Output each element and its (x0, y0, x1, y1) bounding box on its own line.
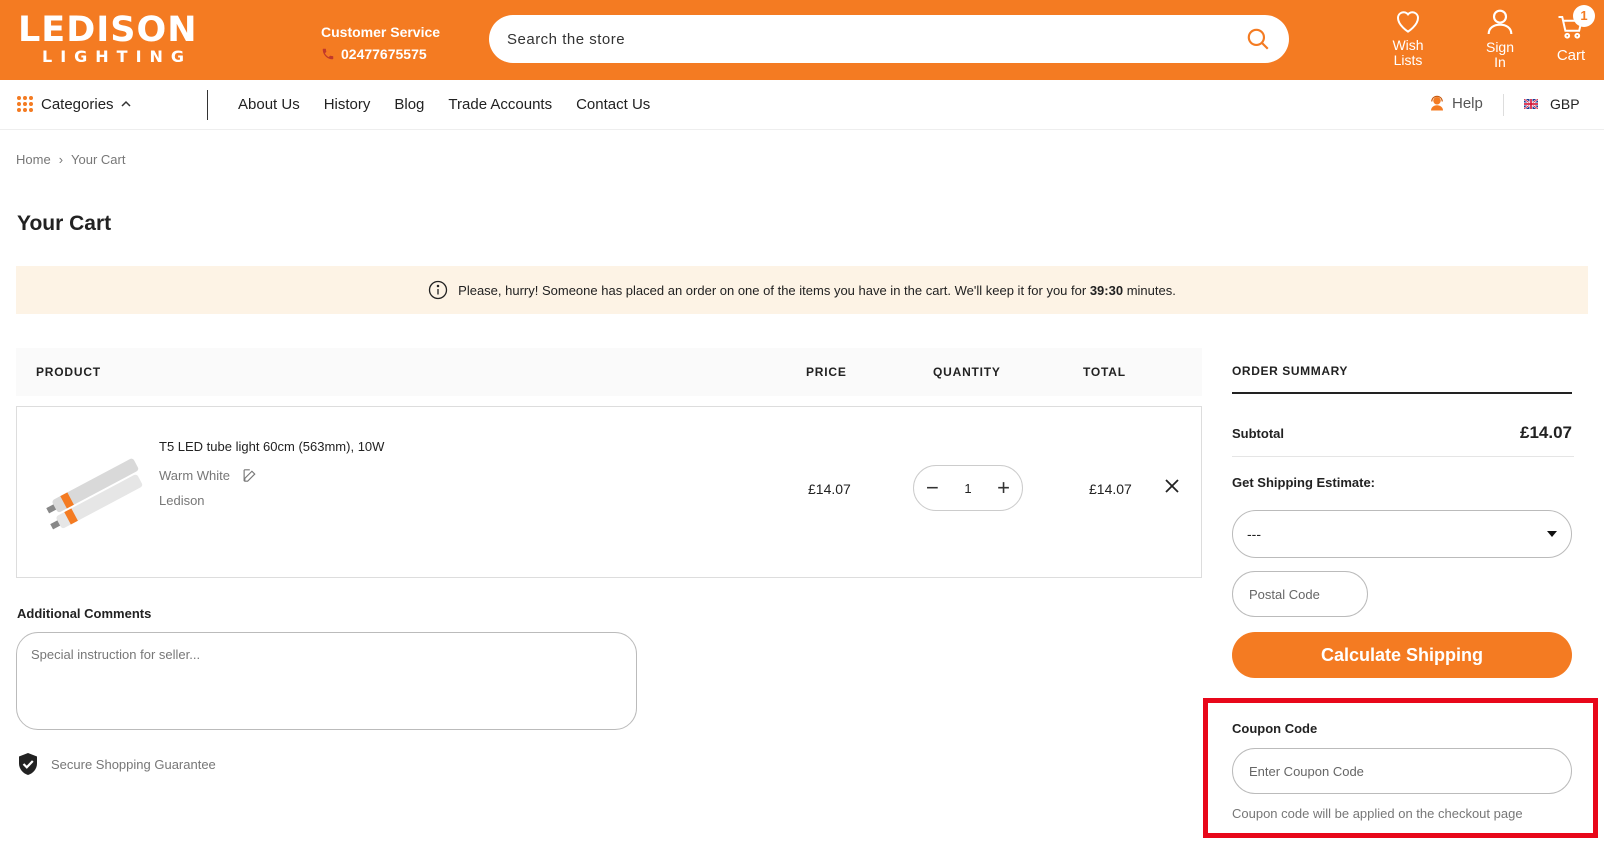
country-select-value: --- (1247, 526, 1261, 542)
nav-link-blog[interactable]: Blog (394, 96, 424, 113)
phone-link[interactable]: 02477675575 (321, 46, 440, 62)
cart-count-badge: 1 (1573, 5, 1595, 27)
postal-code-input[interactable] (1232, 571, 1368, 617)
info-icon (429, 280, 448, 300)
urgency-notice: Please, hurry! Someone has placed an ord… (16, 266, 1588, 314)
signin-label-2: In (1494, 54, 1506, 70)
chevron-up-icon (121, 100, 131, 107)
header-price: PRICE (806, 365, 847, 379)
remove-item-icon[interactable] (1165, 479, 1179, 493)
main-nav: Categories About Us History Blog Trade A… (0, 80, 1604, 130)
shipping-estimate-label: Get Shipping Estimate: (1232, 475, 1376, 490)
subtotal-divider (1232, 456, 1574, 457)
nav-link-about[interactable]: About Us (238, 96, 300, 113)
support-agent-icon (1431, 95, 1443, 111)
categories-label: Categories (41, 95, 114, 113)
caret-down-icon (1547, 531, 1557, 537)
header-product: PRODUCT (36, 365, 101, 379)
phone-number: 02477675575 (341, 46, 427, 62)
nav-divider (207, 90, 208, 120)
page-title: Your Cart (17, 212, 112, 235)
signin-link[interactable]: Sign In (1484, 6, 1516, 70)
coupon-label: Coupon Code (1232, 721, 1318, 736)
calculate-shipping-button[interactable]: Calculate Shipping (1232, 632, 1572, 678)
product-name[interactable]: T5 LED tube light 60cm (563mm), 10W (159, 439, 384, 454)
nav-link-trade-accounts[interactable]: Trade Accounts (448, 96, 552, 113)
heart-icon (1396, 11, 1420, 33)
notice-text-after: minutes. (1126, 282, 1176, 298)
shield-check-icon (19, 753, 37, 775)
subtotal-label: Subtotal (1232, 426, 1284, 441)
subtotal-value: £14.07 (1520, 423, 1572, 442)
nav-divider-right (1503, 94, 1504, 116)
currency-label: GBP (1550, 96, 1580, 112)
edit-icon[interactable] (242, 467, 259, 484)
logo-text: LEDISON (18, 10, 198, 50)
grid-icon (17, 96, 33, 112)
logo-subtext: LIGHTING (42, 47, 193, 66)
secure-shopping: Secure Shopping Guarantee (17, 752, 216, 776)
wishlist-link[interactable]: Wish Lists (1392, 6, 1424, 68)
wishlist-label-1: Wish (1392, 37, 1424, 53)
help-link[interactable]: Help (1428, 94, 1483, 112)
decrease-quantity-button[interactable]: − (926, 477, 939, 499)
coupon-input[interactable] (1232, 748, 1572, 794)
user-icon (1487, 9, 1513, 35)
currency-selector[interactable]: GBP (1524, 96, 1580, 112)
cart-item-row: T5 LED tube light 60cm (563mm), 10W Warm… (16, 406, 1202, 578)
product-variant: Warm White (159, 467, 259, 484)
logo[interactable]: LEDISON LIGHTING (18, 12, 198, 66)
breadcrumb-home[interactable]: Home (16, 152, 51, 167)
country-select[interactable]: --- (1232, 510, 1572, 558)
quantity-value[interactable]: 1 (964, 481, 971, 496)
phone-icon (322, 48, 334, 60)
nav-link-history[interactable]: History (324, 96, 371, 113)
breadcrumb-current: Your Cart (71, 152, 126, 167)
header-bar: LEDISON LIGHTING Customer Service 024776… (0, 0, 1604, 80)
categories-menu[interactable]: Categories (16, 95, 131, 113)
signin-label-1: Sign (1485, 39, 1515, 55)
comments-label: Additional Comments (17, 606, 152, 621)
notice-timer: 39:30 (1089, 282, 1124, 298)
cart-table-header: PRODUCT PRICE QUANTITY TOTAL (16, 348, 1202, 396)
item-price: £14.07 (808, 481, 851, 497)
notice-text: Please, hurry! Someone has placed an ord… (458, 283, 1176, 298)
quantity-stepper: − 1 + (913, 465, 1023, 511)
order-summary-title: ORDER SUMMARY (1232, 364, 1349, 378)
help-label: Help (1452, 94, 1483, 112)
wishlist-label-2: Lists (1393, 52, 1423, 68)
item-total: £14.07 (1089, 481, 1132, 497)
cart-label: Cart (1556, 47, 1586, 64)
search-bar (489, 15, 1289, 63)
product-brand: Ledison (159, 493, 205, 508)
coupon-note: Coupon code will be applied on the check… (1232, 806, 1523, 821)
chevron-right-icon: › (58, 152, 64, 167)
customer-service-label: Customer Service (321, 24, 441, 40)
nav-link-contact[interactable]: Contact Us (576, 96, 650, 113)
summary-divider (1232, 392, 1572, 394)
header-quantity: QUANTITY (933, 365, 1001, 379)
breadcrumb: Home › Your Cart (16, 152, 125, 167)
secure-text: Secure Shopping Guarantee (51, 756, 216, 772)
search-icon[interactable] (1245, 26, 1271, 52)
comments-textarea[interactable] (16, 632, 637, 730)
uk-flag-icon (1524, 99, 1538, 109)
header-total: TOTAL (1083, 365, 1126, 379)
product-variant-label: Warm White (159, 468, 231, 483)
product-image[interactable] (41, 439, 149, 539)
search-input[interactable] (507, 30, 1245, 48)
notice-text-before: Please, hurry! Someone has placed an ord… (458, 282, 1087, 298)
customer-service: Customer Service 02477675575 (321, 24, 440, 62)
increase-quantity-button[interactable]: + (997, 477, 1010, 499)
